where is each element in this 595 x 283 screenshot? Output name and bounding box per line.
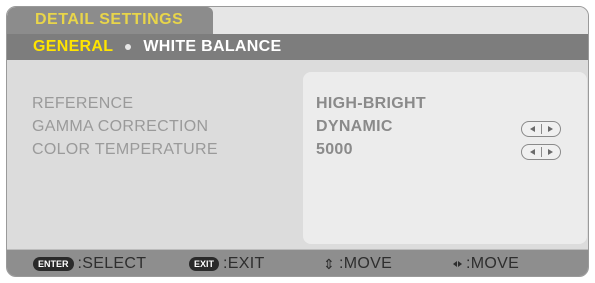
arrow-right-icon xyxy=(547,126,553,132)
subtab-bar: GENERAL WHITE BALANCE xyxy=(7,34,588,60)
detail-settings-menu: DETAIL SETTINGS GENERAL WHITE BALANCE RE… xyxy=(6,6,589,277)
hint-move-vertical-label: :MOVE xyxy=(339,255,393,272)
menu-title-tab: DETAIL SETTINGS xyxy=(7,7,213,34)
menu-title: DETAIL SETTINGS xyxy=(35,11,184,28)
color-temperature-adjust-icon[interactable] xyxy=(521,144,561,160)
hint-move-horizontal: :MOVE xyxy=(453,255,519,273)
arrow-left-icon xyxy=(529,126,535,132)
exit-key-icon: EXIT xyxy=(189,257,220,271)
setting-value-color-temperature: 5000 xyxy=(316,141,353,158)
up-down-arrows-icon: ⇕ xyxy=(323,255,336,272)
tab-separator-dot xyxy=(125,44,132,50)
hint-select-label: :SELECT xyxy=(77,255,147,272)
setting-row-reference: REFERENCE HIGH-BRIGHT xyxy=(7,95,588,117)
arrow-right-icon xyxy=(547,149,553,155)
setting-value-reference: HIGH-BRIGHT xyxy=(316,95,426,112)
tab-general[interactable]: GENERAL xyxy=(33,38,113,56)
setting-row-gamma-correction: GAMMA CORRECTION DYNAMIC xyxy=(7,118,588,140)
tab-white-balance[interactable]: WHITE BALANCE xyxy=(143,38,281,56)
hint-move-vertical: ⇕ :MOVE xyxy=(323,255,392,273)
settings-content: REFERENCE HIGH-BRIGHT GAMMA CORRECTION D… xyxy=(7,60,588,251)
arrow-divider xyxy=(540,124,542,134)
setting-value-gamma-correction: DYNAMIC xyxy=(316,118,393,135)
key-hint-bar: ENTER :SELECT EXIT :EXIT ⇕ :MOVE :MOVE xyxy=(7,249,588,276)
left-right-arrows-icon xyxy=(453,261,462,267)
arrow-divider xyxy=(540,147,542,157)
hint-move-horizontal-label: :MOVE xyxy=(466,255,520,272)
arrow-left-icon xyxy=(529,149,535,155)
hint-select: ENTER :SELECT xyxy=(33,255,146,273)
title-strip: DETAIL SETTINGS xyxy=(7,7,588,34)
hint-exit: EXIT :EXIT xyxy=(189,255,265,273)
setting-label-color-temperature: COLOR TEMPERATURE xyxy=(32,141,218,158)
gamma-correction-adjust-icon[interactable] xyxy=(521,121,561,137)
hint-exit-label: :EXIT xyxy=(223,255,265,272)
setting-label-gamma-correction: GAMMA CORRECTION xyxy=(32,118,209,135)
setting-label-reference: REFERENCE xyxy=(32,95,134,112)
setting-row-color-temperature: COLOR TEMPERATURE 5000 xyxy=(7,141,588,163)
enter-key-icon: ENTER xyxy=(33,257,74,271)
